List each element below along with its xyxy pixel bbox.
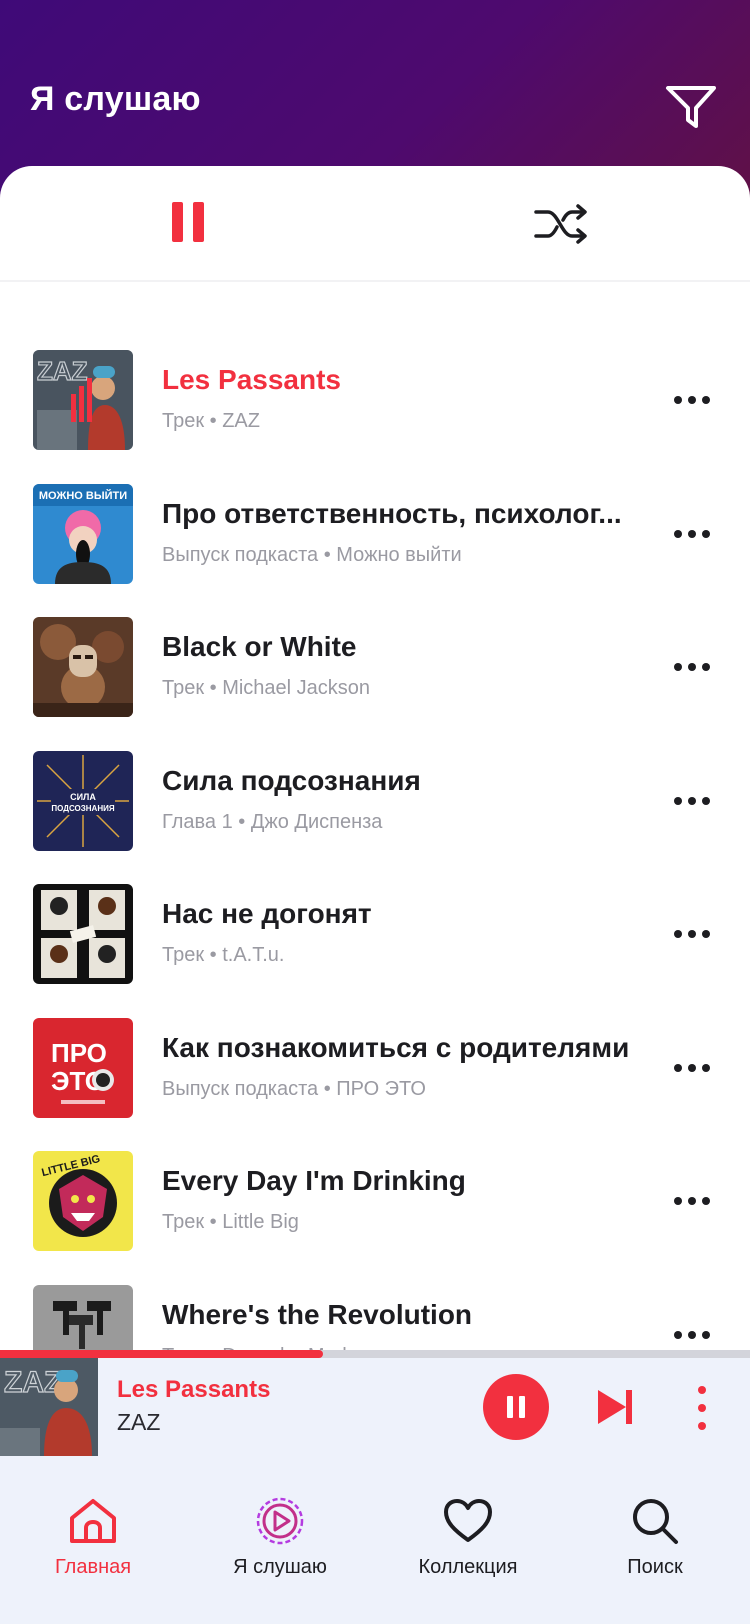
more-button[interactable]	[670, 926, 714, 942]
more-button[interactable]	[670, 1193, 714, 1209]
more-vertical-icon	[698, 1386, 706, 1394]
track-title: Les Passants	[162, 364, 341, 395]
more-icon	[674, 930, 682, 938]
track-row[interactable]: МОЖНО ВЫЙТИ Про ответственность, психоло…	[0, 483, 750, 618]
track-row[interactable]: СИЛА ПОДСОЗНАНИЯ Сила подсознания Глава …	[0, 750, 750, 885]
more-button[interactable]	[670, 793, 714, 809]
track-subtitle: Трек • Michael Jackson	[162, 677, 371, 699]
more-icon	[674, 796, 682, 805]
player-title: Les Passants	[117, 1376, 271, 1403]
track-cover	[33, 884, 133, 984]
nav-label: Поиск	[627, 1556, 683, 1578]
track-cover: МОЖНО ВЫЙТИ	[33, 483, 133, 584]
track-title: Black or White	[162, 631, 357, 662]
track-cover: ПРО ЭТО	[33, 1017, 133, 1118]
playback-controls	[0, 166, 750, 282]
track-row[interactable]: ПРО ЭТО Как познакомиться с родителями В…	[0, 1017, 750, 1152]
more-icon	[674, 529, 682, 538]
heart-icon	[444, 1499, 492, 1542]
svg-text:ПОДСОЗНАНИЯ: ПОДСОЗНАНИЯ	[51, 804, 114, 813]
nav-item-home[interactable]: Главная	[18, 1496, 168, 1586]
progress-fill	[0, 1350, 323, 1358]
track-row[interactable]: Нас не догонят Трек • t.A.T.u.	[0, 884, 750, 1018]
home-icon	[70, 1499, 116, 1543]
shuffle-button[interactable]	[534, 202, 590, 246]
track-subtitle: Трек • t.A.T.u.	[162, 944, 285, 966]
listening-icon	[256, 1497, 304, 1545]
track-row[interactable]: LITTLE BIG Every Day I'm Drinking Трек •…	[0, 1151, 750, 1285]
track-list: ZAZ Les Passants Трек • ZAZ МОЖНО ВЫЙТИ	[0, 350, 750, 1506]
bottom-navigation: Главная Я слушаю Коллекция Поиск	[0, 1456, 750, 1624]
nav-item-search[interactable]: Поиск	[580, 1496, 730, 1586]
more-icon	[674, 1330, 682, 1339]
track-cover: СИЛА ПОДСОЗНАНИЯ	[33, 750, 133, 851]
filter-icon	[666, 86, 716, 128]
track-cover	[33, 617, 133, 717]
svg-text:ZAZ: ZAZ	[4, 1366, 62, 1399]
track-title: Как познакомиться с родителями	[162, 1031, 630, 1063]
track-title: Нас не догонят	[162, 898, 372, 929]
page-title: Я слушаю	[30, 80, 201, 118]
player-cover: ZAZ	[0, 1358, 98, 1456]
track-title: Сила подсознания	[162, 764, 421, 796]
player-menu-button[interactable]	[690, 1386, 714, 1430]
svg-text:СИЛА: СИЛА	[70, 792, 96, 802]
more-icon	[674, 663, 682, 671]
filter-button[interactable]	[664, 82, 720, 132]
pause-icon	[507, 1396, 513, 1418]
track-subtitle: Трек • Little Big	[162, 1211, 299, 1233]
more-button[interactable]	[670, 1060, 714, 1076]
track-subtitle: Трек • ZAZ	[162, 410, 260, 432]
nav-item-collection[interactable]: Коллекция	[393, 1496, 543, 1586]
svg-text:МОЖНО ВЫЙТИ: МОЖНО ВЫЙТИ	[39, 489, 127, 502]
track-subtitle: Глава 1 • Джо Диспенза	[162, 810, 383, 833]
nav-label: Я слушаю	[233, 1556, 327, 1578]
more-icon	[674, 1063, 682, 1072]
player-next-button[interactable]	[596, 1386, 636, 1428]
svg-text:ПРО: ПРО	[51, 1038, 107, 1068]
more-button[interactable]	[670, 1327, 714, 1343]
track-title: Every Day I'm Drinking	[162, 1165, 466, 1196]
track-title: Про ответственность, психолог...	[162, 497, 622, 529]
nav-label: Коллекция	[418, 1556, 518, 1578]
svg-text:ZAZ: ZAZ	[37, 356, 88, 386]
track-subtitle: Выпуск подкаста • Можно выйти	[162, 543, 462, 566]
track-row[interactable]: Black or White Трек • Michael Jackson	[0, 617, 750, 751]
playback-progress[interactable]	[0, 1350, 750, 1358]
track-title: Where's the Revolution	[162, 1298, 473, 1330]
mini-player[interactable]: ZAZ Les Passants ZAZ	[0, 1358, 750, 1456]
more-icon	[674, 396, 682, 404]
player-pause-button[interactable]	[483, 1374, 549, 1440]
more-button[interactable]	[670, 659, 714, 675]
shuffle-icon	[534, 204, 587, 244]
more-button[interactable]	[670, 392, 714, 408]
search-icon	[633, 1499, 678, 1544]
listening-sheet: ZAZ Les Passants Трек • ZAZ МОЖНО ВЫЙТИ	[0, 166, 750, 1385]
track-subtitle: Выпуск подкаста • ПРО ЭТО	[162, 1077, 426, 1100]
nav-item-listening[interactable]: Я слушаю	[205, 1496, 355, 1586]
more-button[interactable]	[670, 526, 714, 542]
pause-all-button[interactable]	[168, 202, 208, 248]
track-cover: ZAZ	[33, 350, 133, 450]
track-row[interactable]: ZAZ Les Passants Трек • ZAZ	[0, 350, 750, 484]
nav-label: Главная	[54, 1556, 132, 1578]
more-icon	[674, 1197, 682, 1205]
pause-icon	[172, 202, 183, 242]
track-cover: LITTLE BIG	[33, 1151, 133, 1251]
player-artist: ZAZ	[117, 1409, 161, 1435]
skip-next-icon	[598, 1390, 632, 1424]
